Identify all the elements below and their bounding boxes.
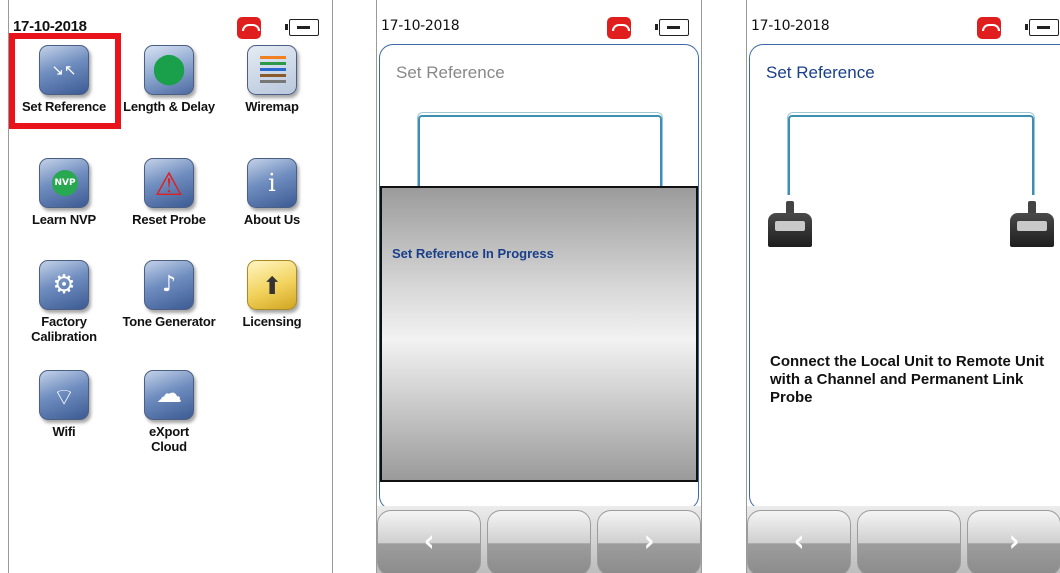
- menu-item-wifi[interactable]: ⌔ Wifi: [14, 370, 114, 450]
- menu-label: Tone Generator: [122, 314, 216, 329]
- menu-label: Licensing: [242, 314, 302, 329]
- licensing-icon: ⬆: [247, 260, 297, 310]
- status-bar: 17-10-2018: [747, 0, 1060, 39]
- battery-icon: [1025, 19, 1059, 36]
- wifi-icon: ⌔: [39, 370, 89, 420]
- menu-label: eXport Cloud: [149, 424, 189, 454]
- next-button[interactable]: ›: [597, 510, 701, 573]
- date-label: 17-10-2018: [381, 18, 460, 34]
- highlight-box: [9, 33, 121, 129]
- menu-label: Factory Calibration: [31, 314, 97, 344]
- nav-bar: ‹ ›: [747, 506, 1060, 573]
- menu-item-licensing[interactable]: ⬆ Licensing: [222, 260, 322, 340]
- connect-screen: 17-10-2018 Set Reference Connect the Loc…: [746, 0, 1060, 573]
- panel-title: Set Reference: [766, 63, 875, 82]
- date-label: 17-10-2018: [751, 18, 830, 34]
- center-button[interactable]: [487, 510, 591, 573]
- main-menu-screen: 17-10-2018 ↘↖ Set Reference ⬤ Length & D…: [8, 0, 333, 573]
- back-button[interactable]: ‹: [747, 510, 851, 573]
- menu-item-about-us[interactable]: i About Us: [222, 158, 322, 238]
- remote-unit-icon: [1006, 193, 1058, 247]
- set-reference-panel: Set Reference Connect the Local Unit to …: [749, 44, 1060, 510]
- nav-bar: ‹ ›: [377, 506, 701, 573]
- center-button[interactable]: [857, 510, 961, 573]
- menu-item-reset-probe[interactable]: ⚠ Reset Probe: [119, 158, 219, 238]
- learn-nvp-icon: NVP: [39, 158, 89, 208]
- menu-label: About Us: [243, 212, 301, 227]
- factory-calibration-icon: ⚙: [39, 260, 89, 310]
- menu-item-tone-generator[interactable]: ♪ Tone Generator: [119, 260, 219, 340]
- progress-screen: 17-10-2018 Set Reference Set Reference I…: [376, 0, 702, 573]
- battery-icon: [655, 19, 689, 36]
- instruction-text: Connect the Local Unit to Remote Unit wi…: [770, 353, 1045, 406]
- menu-label: Length & Delay: [123, 99, 215, 114]
- battery-icon: [285, 19, 319, 36]
- menu-item-length-delay[interactable]: ⬤ Length & Delay: [119, 45, 219, 125]
- local-unit-icon: [764, 193, 816, 247]
- menu-item-factory-calibration[interactable]: ⚙ Factory Calibration: [14, 260, 114, 355]
- menu-item-export-cloud[interactable]: ☁ eXport Cloud: [119, 370, 219, 465]
- menu-label: Reset Probe: [132, 212, 206, 227]
- tone-generator-icon: ♪: [144, 260, 194, 310]
- panel-title: Set Reference: [396, 63, 505, 82]
- status-bar: 17-10-2018: [377, 0, 701, 39]
- progress-dialog: Set Reference In Progress: [380, 186, 698, 482]
- reset-probe-icon: ⚠: [144, 158, 194, 208]
- progress-status: Set Reference In Progress: [392, 246, 554, 261]
- next-button[interactable]: ›: [967, 510, 1060, 573]
- hangup-icon: [977, 17, 1001, 39]
- length-delay-icon: ⬤: [144, 45, 194, 95]
- menu-label: Wifi: [52, 424, 76, 439]
- hangup-icon: [237, 17, 261, 39]
- cable-diagram: [787, 112, 1035, 195]
- wiremap-icon: [247, 45, 297, 95]
- about-us-icon: i: [247, 158, 297, 208]
- hangup-icon: [607, 17, 631, 39]
- menu-item-learn-nvp[interactable]: NVP Learn NVP: [14, 158, 114, 238]
- export-cloud-icon: ☁: [144, 370, 194, 420]
- back-button[interactable]: ‹: [377, 510, 481, 573]
- menu-label: Learn NVP: [32, 212, 96, 227]
- menu-label: Wiremap: [245, 99, 299, 114]
- menu-item-wiremap[interactable]: Wiremap: [222, 45, 322, 125]
